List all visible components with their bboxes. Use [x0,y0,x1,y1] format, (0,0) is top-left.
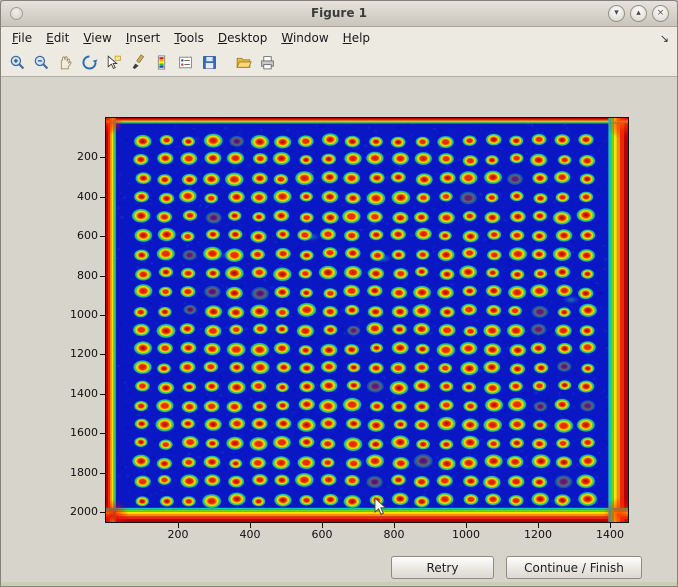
y-tick-label: 600 [58,229,98,242]
y-tick-label: 1000 [58,308,98,321]
x-tick-mark [250,523,251,528]
x-tick-mark [178,523,179,528]
menu-tools[interactable]: Tools [167,28,211,48]
dock-figure-icon[interactable]: ↘ [660,32,669,45]
save-button[interactable] [198,52,221,74]
titlebar[interactable]: Figure 1 ▾ ▴ × [1,1,677,27]
window-menu-icon[interactable] [10,7,23,20]
y-tick-label: 1600 [58,426,98,439]
save-icon [201,54,218,71]
heatmap-image[interactable] [106,118,628,522]
mouse-cursor [374,497,387,516]
zoom-out-icon [33,54,50,71]
zoom-in-button[interactable] [6,52,29,74]
pan-hand-icon [57,54,74,71]
y-tick-mark [100,512,105,513]
y-tick-label: 400 [58,190,98,203]
close-button[interactable]: × [652,5,669,22]
y-tick-mark [100,473,105,474]
x-tick-label: 1200 [518,528,558,541]
maximize-button[interactable]: ▴ [630,5,647,22]
y-tick-mark [100,394,105,395]
y-tick-label: 2000 [58,505,98,518]
y-tick-label: 1400 [58,387,98,400]
data-cursor-button[interactable] [102,52,125,74]
legend-icon [177,54,194,71]
zoom-in-icon [9,54,26,71]
menu-view[interactable]: View [76,28,118,48]
y-tick-label: 800 [58,269,98,282]
data-cursor-icon [105,54,122,71]
axes [105,117,629,523]
x-tick-mark [394,523,395,528]
minimize-button[interactable]: ▾ [608,5,625,22]
window-title: Figure 1 [311,6,367,20]
y-tick-label: 200 [58,150,98,163]
continue-finish-button[interactable]: Continue / Finish [506,556,642,579]
y-tick-mark [100,354,105,355]
brush-icon [129,54,146,71]
figure-window: Figure 1 ▾ ▴ × File Edit View Insert Too… [0,0,678,587]
y-tick-mark [100,276,105,277]
menu-help[interactable]: Help [336,28,377,48]
y-tick-mark [100,157,105,158]
y-tick-label: 1800 [58,466,98,479]
window-controls: ▾ ▴ × [608,5,669,22]
y-tick-mark [100,236,105,237]
toolbar-separator [222,52,231,74]
x-tick-mark [538,523,539,528]
x-tick-label: 400 [230,528,270,541]
open-folder-icon [235,54,252,71]
colorbar-icon [153,54,170,71]
brush-button[interactable] [126,52,149,74]
y-tick-mark [100,433,105,434]
x-tick-label: 1000 [446,528,486,541]
rotate-3d-icon [81,54,98,71]
x-tick-label: 600 [302,528,342,541]
y-tick-label: 1200 [58,347,98,360]
menubar: File Edit View Insert Tools Desktop Wind… [1,27,677,49]
pan-button[interactable] [54,52,77,74]
menu-insert[interactable]: Insert [119,28,167,48]
x-tick-label: 800 [374,528,414,541]
x-tick-mark [610,523,611,528]
zoom-out-button[interactable] [30,52,53,74]
print-icon [259,54,276,71]
x-tick-label: 200 [158,528,198,541]
x-tick-mark [322,523,323,528]
figure-canvas-area: Retry Continue / Finish 200 400 600 800 1000… [1,77,677,586]
menu-desktop[interactable]: Desktop [211,28,275,48]
menu-file[interactable]: File [5,28,39,48]
y-tick-mark [100,197,105,198]
rotate-3d-button[interactable] [78,52,101,74]
y-tick-mark [100,315,105,316]
menu-window[interactable]: Window [274,28,335,48]
open-button[interactable] [232,52,255,74]
x-tick-label: 1400 [590,528,630,541]
retry-button[interactable]: Retry [391,556,494,579]
legend-button[interactable] [174,52,197,74]
x-tick-mark [466,523,467,528]
menu-edit[interactable]: Edit [39,28,76,48]
colorbar-button[interactable] [150,52,173,74]
figure-toolbar [1,49,677,77]
print-button[interactable] [256,52,279,74]
